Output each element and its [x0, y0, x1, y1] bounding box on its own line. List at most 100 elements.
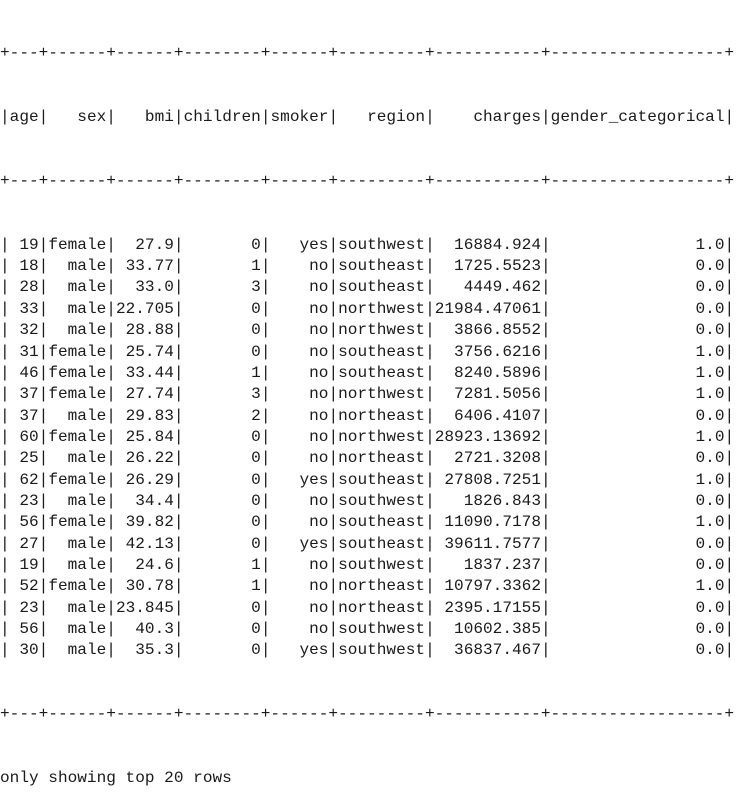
cell-charges: 21984.47061	[434, 299, 541, 318]
column-separator: |	[173, 598, 184, 617]
column-separator: |	[38, 577, 49, 596]
column-separator: |	[540, 619, 551, 638]
column-separator: |	[106, 299, 116, 318]
column-separator: |	[106, 321, 116, 340]
column-separator: |	[106, 534, 116, 553]
cell-age: 23	[9, 598, 39, 617]
column-separator: |	[425, 278, 435, 297]
cell-smoker: no	[270, 257, 329, 276]
column-separator: |	[38, 598, 49, 617]
cell-region: northwest	[338, 299, 426, 318]
cell-smoker: no	[270, 513, 329, 532]
cell-smoker: no	[270, 342, 329, 361]
cell-sex: male	[48, 619, 107, 638]
column-separator: |	[540, 577, 551, 596]
column-separator: |	[425, 342, 435, 361]
cell-charges: 10602.385	[434, 619, 541, 638]
column-separator: |	[328, 641, 339, 660]
column-separator: |	[106, 385, 116, 404]
column-separator: |	[260, 342, 271, 361]
column-separator: |	[106, 555, 116, 574]
cell-region: southeast	[338, 257, 426, 276]
table-top-border: +---+------+------+--------+------+-----…	[0, 43, 734, 62]
cell-age: 56	[9, 513, 39, 532]
cell-region: southeast	[338, 470, 426, 489]
column-separator: |	[0, 555, 10, 574]
table-row: | 30| male| 35.3| 0| yes|southwest| 3683…	[0, 640, 741, 661]
cell-age: 46	[9, 363, 39, 382]
column-separator: |	[425, 299, 435, 318]
cell-charges: 16884.924	[434, 235, 541, 254]
cell-age: 18	[9, 257, 39, 276]
column-separator: |	[540, 321, 551, 340]
cell-region: southwest	[338, 641, 426, 660]
cell-smoker: no	[270, 449, 329, 468]
cell-bmi: 30.78	[115, 577, 174, 596]
cell-region: southwest	[338, 555, 426, 574]
cell-sex: male	[48, 555, 107, 574]
column-separator: |	[328, 598, 339, 617]
column-separator: |	[106, 641, 116, 660]
column-separator: |	[540, 470, 551, 489]
cell-age: 31	[9, 342, 39, 361]
cell-age: 32	[9, 321, 39, 340]
cell-gender_categorical: 0.0	[550, 491, 725, 510]
cell-children: 0	[183, 449, 261, 468]
column-separator: |	[38, 619, 49, 638]
column-separator: |	[425, 449, 435, 468]
cell-children: 2	[183, 406, 261, 425]
cell-age: 19	[9, 555, 39, 574]
column-separator: |	[0, 299, 10, 318]
cell-charges: 36837.467	[434, 641, 541, 660]
column-separator: |	[425, 555, 435, 574]
column-separator: |	[425, 363, 435, 382]
column-separator: |	[106, 470, 116, 489]
cell-sex: male	[48, 449, 107, 468]
table-row: | 19| male| 24.6| 1| no|southwest| 1837.…	[0, 555, 741, 576]
cell-charges: 27808.7251	[434, 470, 541, 489]
cell-bmi: 27.9	[115, 235, 174, 254]
column-separator: |	[0, 534, 10, 553]
column-separator: |	[540, 449, 551, 468]
column-separator: |	[173, 257, 184, 276]
cell-children: 0	[183, 321, 261, 340]
cell-age: 33	[9, 299, 39, 318]
column-separator: |	[724, 534, 735, 553]
column-separator: |	[724, 598, 735, 617]
cell-bmi: 24.6	[115, 555, 174, 574]
column-separator: |	[260, 491, 271, 510]
column-separator: |	[540, 342, 551, 361]
cell-sex: female	[48, 363, 107, 382]
cell-smoker: no	[270, 278, 329, 297]
column-separator: |	[260, 619, 271, 638]
table-row: | 60|female| 25.84| 0| no|northwest|2892…	[0, 427, 741, 448]
table-body: | 19|female| 27.9| 0| yes|southwest| 168…	[0, 235, 741, 662]
column-separator: |	[328, 406, 339, 425]
cell-region: southeast	[338, 342, 426, 361]
column-separator: |	[328, 577, 339, 596]
cell-age: 37	[9, 385, 39, 404]
column-separator: |	[0, 342, 10, 361]
cell-gender_categorical: 1.0	[550, 577, 725, 596]
cell-bmi: 33.0	[115, 278, 174, 297]
column-separator: |	[724, 342, 735, 361]
column-separator: |	[0, 321, 10, 340]
column-separator: |	[724, 619, 735, 638]
cell-charges: 6406.4107	[434, 406, 541, 425]
cell-smoker: no	[270, 491, 329, 510]
cell-sex: female	[48, 427, 107, 446]
cell-charges: 8240.5896	[434, 363, 541, 382]
cell-gender_categorical: 0.0	[550, 619, 725, 638]
column-header-sex: sex	[48, 107, 107, 126]
table-row: | 25| male| 26.22| 0| no|northeast| 2721…	[0, 448, 741, 469]
cell-children: 3	[183, 385, 261, 404]
table-row: | 33| male|22.705| 0| no|northwest|21984…	[0, 299, 741, 320]
column-separator: |	[38, 534, 49, 553]
column-separator: |	[328, 299, 339, 318]
column-separator: |	[38, 342, 49, 361]
column-separator: |	[260, 321, 271, 340]
cell-children: 0	[183, 491, 261, 510]
cell-gender_categorical: 0.0	[550, 406, 725, 425]
cell-age: 56	[9, 619, 39, 638]
cell-children: 3	[183, 278, 261, 297]
